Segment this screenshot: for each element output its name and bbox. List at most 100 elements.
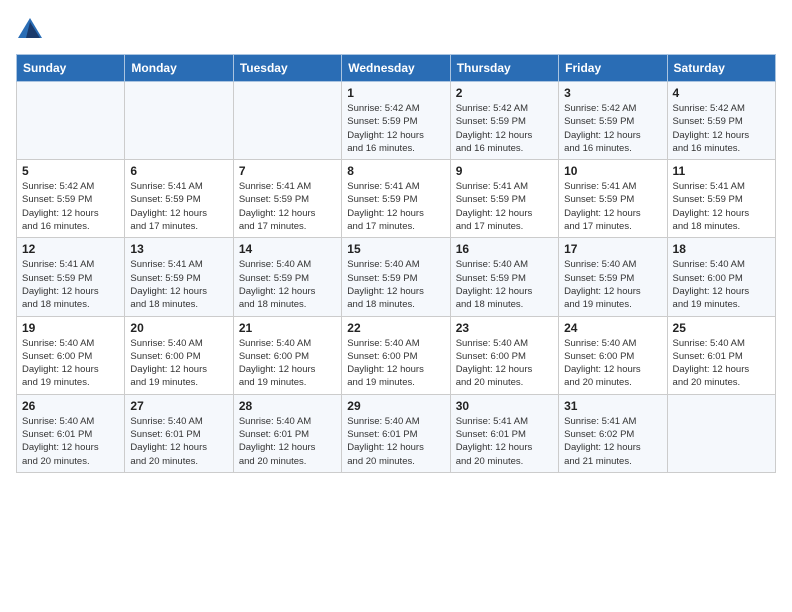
day-number: 6 [130, 164, 227, 178]
day-number: 24 [564, 321, 661, 335]
day-info: Sunrise: 5:41 AM Sunset: 5:59 PM Dayligh… [239, 180, 336, 233]
day-number: 21 [239, 321, 336, 335]
day-info: Sunrise: 5:40 AM Sunset: 6:00 PM Dayligh… [239, 337, 336, 390]
day-number: 1 [347, 86, 444, 100]
day-info: Sunrise: 5:42 AM Sunset: 5:59 PM Dayligh… [564, 102, 661, 155]
day-number: 13 [130, 242, 227, 256]
calendar-body: 1 Sunrise: 5:42 AM Sunset: 5:59 PM Daylig… [17, 82, 776, 473]
calendar-cell: 18 Sunrise: 5:40 AM Sunset: 6:00 PM Dayli… [667, 238, 775, 316]
calendar-cell: 4 Sunrise: 5:42 AM Sunset: 5:59 PM Daylig… [667, 82, 775, 160]
day-info: Sunrise: 5:40 AM Sunset: 5:59 PM Dayligh… [456, 258, 553, 311]
weekday-header-saturday: Saturday [667, 55, 775, 82]
day-info: Sunrise: 5:40 AM Sunset: 6:00 PM Dayligh… [22, 337, 119, 390]
day-number: 3 [564, 86, 661, 100]
logo-icon [16, 16, 44, 44]
calendar-cell: 21 Sunrise: 5:40 AM Sunset: 6:00 PM Dayli… [233, 316, 341, 394]
day-info: Sunrise: 5:40 AM Sunset: 6:01 PM Dayligh… [130, 415, 227, 468]
day-number: 25 [673, 321, 770, 335]
calendar-cell: 6 Sunrise: 5:41 AM Sunset: 5:59 PM Daylig… [125, 160, 233, 238]
day-number: 15 [347, 242, 444, 256]
day-info: Sunrise: 5:40 AM Sunset: 6:01 PM Dayligh… [239, 415, 336, 468]
calendar-cell: 26 Sunrise: 5:40 AM Sunset: 6:01 PM Dayli… [17, 394, 125, 472]
day-info: Sunrise: 5:40 AM Sunset: 5:59 PM Dayligh… [564, 258, 661, 311]
calendar-cell: 7 Sunrise: 5:41 AM Sunset: 5:59 PM Daylig… [233, 160, 341, 238]
day-info: Sunrise: 5:41 AM Sunset: 5:59 PM Dayligh… [564, 180, 661, 233]
day-info: Sunrise: 5:42 AM Sunset: 5:59 PM Dayligh… [673, 102, 770, 155]
day-number: 30 [456, 399, 553, 413]
day-info: Sunrise: 5:41 AM Sunset: 5:59 PM Dayligh… [456, 180, 553, 233]
day-number: 19 [22, 321, 119, 335]
page-header [16, 16, 776, 44]
calendar-cell: 28 Sunrise: 5:40 AM Sunset: 6:01 PM Dayli… [233, 394, 341, 472]
logo [16, 16, 48, 44]
calendar-cell: 25 Sunrise: 5:40 AM Sunset: 6:01 PM Dayli… [667, 316, 775, 394]
day-info: Sunrise: 5:40 AM Sunset: 6:00 PM Dayligh… [456, 337, 553, 390]
day-info: Sunrise: 5:42 AM Sunset: 5:59 PM Dayligh… [456, 102, 553, 155]
calendar-cell: 29 Sunrise: 5:40 AM Sunset: 6:01 PM Dayli… [342, 394, 450, 472]
weekday-header-wednesday: Wednesday [342, 55, 450, 82]
day-info: Sunrise: 5:40 AM Sunset: 6:00 PM Dayligh… [673, 258, 770, 311]
calendar-cell: 11Sunrise: 5:41 AM Sunset: 5:59 PM Dayli… [667, 160, 775, 238]
calendar-cell: 9 Sunrise: 5:41 AM Sunset: 5:59 PM Daylig… [450, 160, 558, 238]
day-number: 27 [130, 399, 227, 413]
calendar-week-row: 1 Sunrise: 5:42 AM Sunset: 5:59 PM Daylig… [17, 82, 776, 160]
day-number: 9 [456, 164, 553, 178]
day-info: Sunrise: 5:41 AM Sunset: 6:01 PM Dayligh… [456, 415, 553, 468]
calendar-cell: 12Sunrise: 5:41 AM Sunset: 5:59 PM Dayli… [17, 238, 125, 316]
day-number: 11 [673, 164, 770, 178]
day-number: 5 [22, 164, 119, 178]
calendar-week-row: 12 Sunrise: 5:41 AM Sunset: 5:59 PM Dayli… [17, 238, 776, 316]
calendar-cell: 10 Sunrise: 5:41 AM Sunset: 5:59 PM Dayli… [559, 160, 667, 238]
calendar-cell [667, 394, 775, 472]
day-number: 29 [347, 399, 444, 413]
day-info: Sunrise: 5:40 AM Sunset: 6:01 PM Dayligh… [347, 415, 444, 468]
weekday-header-friday: Friday [559, 55, 667, 82]
calendar-cell: 22 Sunrise: 5:40 AM Sunset: 6:00 PM Dayli… [342, 316, 450, 394]
day-info: Sunrise: 5:41 AM Sunset: 5:59 PM Dayligh… [347, 180, 444, 233]
day-info: Sunrise: 5:40 AM Sunset: 6:01 PM Dayligh… [673, 337, 770, 390]
calendar-cell: 5 Sunrise: 5:42 AM Sunset: 5:59 PM Daylig… [17, 160, 125, 238]
day-info: Sunrise: 5:41 AM Sunset: 5:59 PM Dayligh… [130, 258, 227, 311]
calendar-cell: 14 Sunrise: 5:40 AM Sunset: 5:59 PM Dayli… [233, 238, 341, 316]
day-number: 4 [673, 86, 770, 100]
day-number: 2 [456, 86, 553, 100]
day-number: 20 [130, 321, 227, 335]
weekday-header-row: SundayMondayTuesdayWednesdayThursdayFrid… [17, 55, 776, 82]
day-info: Sunrise: 5:40 AM Sunset: 6:00 PM Dayligh… [347, 337, 444, 390]
day-info: Sunrise: 5:40 AM Sunset: 5:59 PM Dayligh… [239, 258, 336, 311]
day-number: 22 [347, 321, 444, 335]
day-info: Sunrise: 5:42 AM Sunset: 5:59 PM Dayligh… [22, 180, 119, 233]
calendar-week-row: 26 Sunrise: 5:40 AM Sunset: 6:01 PM Dayli… [17, 394, 776, 472]
day-number: 16 [456, 242, 553, 256]
calendar-cell: 15 Sunrise: 5:40 AM Sunset: 5:59 PM Dayli… [342, 238, 450, 316]
day-number: 18 [673, 242, 770, 256]
day-info: Sunrise: 5:41 AM Sunset: 5:59 PM Dayligh… [130, 180, 227, 233]
day-info: Sunrise: 5:40 AM Sunset: 5:59 PM Dayligh… [347, 258, 444, 311]
calendar-cell: 17 Sunrise: 5:40 AM Sunset: 5:59 PM Dayli… [559, 238, 667, 316]
day-number: 10 [564, 164, 661, 178]
calendar-cell: 30 Sunrise: 5:41 AM Sunset: 6:01 PM Dayli… [450, 394, 558, 472]
calendar-table: SundayMondayTuesdayWednesdayThursdayFrid… [16, 54, 776, 473]
weekday-header-thursday: Thursday [450, 55, 558, 82]
weekday-header-monday: Monday [125, 55, 233, 82]
day-number: 17 [564, 242, 661, 256]
day-info: Sunrise: 5:40 AM Sunset: 6:01 PM Dayligh… [22, 415, 119, 468]
day-info: Sunrise: 5:40 AM Sunset: 6:00 PM Dayligh… [564, 337, 661, 390]
calendar-cell: 8Sunrise: 5:41 AM Sunset: 5:59 PM Daylig… [342, 160, 450, 238]
calendar-week-row: 5 Sunrise: 5:42 AM Sunset: 5:59 PM Daylig… [17, 160, 776, 238]
calendar-cell: 31Sunrise: 5:41 AM Sunset: 6:02 PM Dayli… [559, 394, 667, 472]
calendar-header: SundayMondayTuesdayWednesdayThursdayFrid… [17, 55, 776, 82]
day-number: 14 [239, 242, 336, 256]
calendar-cell [233, 82, 341, 160]
calendar-cell: 24 Sunrise: 5:40 AM Sunset: 6:00 PM Dayli… [559, 316, 667, 394]
day-number: 26 [22, 399, 119, 413]
day-number: 31 [564, 399, 661, 413]
calendar-cell: 16 Sunrise: 5:40 AM Sunset: 5:59 PM Dayli… [450, 238, 558, 316]
day-number: 12 [22, 242, 119, 256]
day-number: 28 [239, 399, 336, 413]
day-number: 7 [239, 164, 336, 178]
day-info: Sunrise: 5:42 AM Sunset: 5:59 PM Dayligh… [347, 102, 444, 155]
calendar-cell: 27 Sunrise: 5:40 AM Sunset: 6:01 PM Dayli… [125, 394, 233, 472]
calendar-cell: 23Sunrise: 5:40 AM Sunset: 6:00 PM Dayli… [450, 316, 558, 394]
calendar-cell [17, 82, 125, 160]
